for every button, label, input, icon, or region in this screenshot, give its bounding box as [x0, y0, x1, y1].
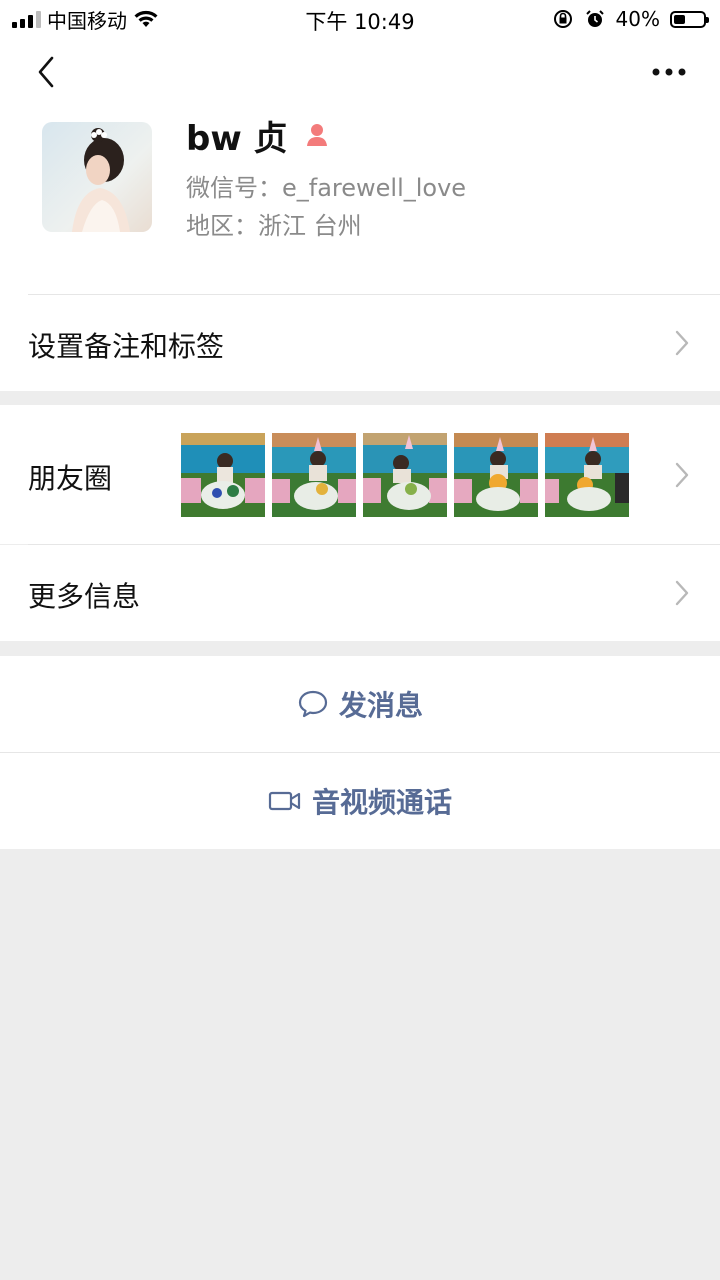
moments-photo[interactable]	[545, 433, 629, 517]
status-right: 40%	[552, 6, 709, 32]
more-dots-icon	[652, 68, 686, 76]
chat-bubble-icon	[298, 690, 328, 718]
female-icon	[306, 124, 327, 146]
send-message-label: 发消息	[338, 689, 423, 722]
wechat-id[interactable]: 微信号：e_farewell_love	[186, 168, 466, 203]
chevron-right-icon	[675, 580, 689, 606]
status-bar: 中国移动 下午 10:49 40%	[0, 0, 720, 38]
moments-label: 朋友圈	[28, 462, 113, 495]
battery-percent: 40%	[615, 7, 660, 31]
moments-photo[interactable]	[181, 433, 265, 517]
moments-photo[interactable]	[272, 433, 356, 517]
battery-icon	[670, 10, 709, 28]
chevron-left-icon	[38, 56, 54, 88]
region: 地区：浙江 台州	[186, 212, 362, 240]
moments-photos[interactable]	[181, 433, 629, 517]
voice-video-call-button[interactable]: 音视频通话	[0, 753, 720, 849]
moments-photo[interactable]	[363, 433, 447, 517]
chevron-right-icon	[675, 462, 689, 488]
back-button[interactable]	[24, 50, 68, 94]
remark-tags-row[interactable]: 设置备注和标签	[0, 295, 720, 391]
more-button[interactable]	[644, 54, 694, 90]
chevron-right-icon	[675, 330, 689, 356]
video-camera-icon	[268, 791, 301, 811]
remark-tags-label: 设置备注和标签	[28, 330, 225, 363]
rotation-lock-icon	[553, 10, 572, 28]
moments-photo[interactable]	[454, 433, 538, 517]
contact-name: bw 贞	[186, 118, 288, 159]
alarm-icon	[585, 10, 604, 27]
avatar[interactable]	[42, 122, 152, 232]
voice-video-call-label: 音视频通话	[311, 786, 452, 819]
send-message-button[interactable]: 发消息	[0, 656, 720, 752]
name-row: bw 贞	[186, 112, 330, 159]
more-info-label: 更多信息	[28, 580, 141, 613]
more-info-row[interactable]: 更多信息	[0, 545, 720, 641]
